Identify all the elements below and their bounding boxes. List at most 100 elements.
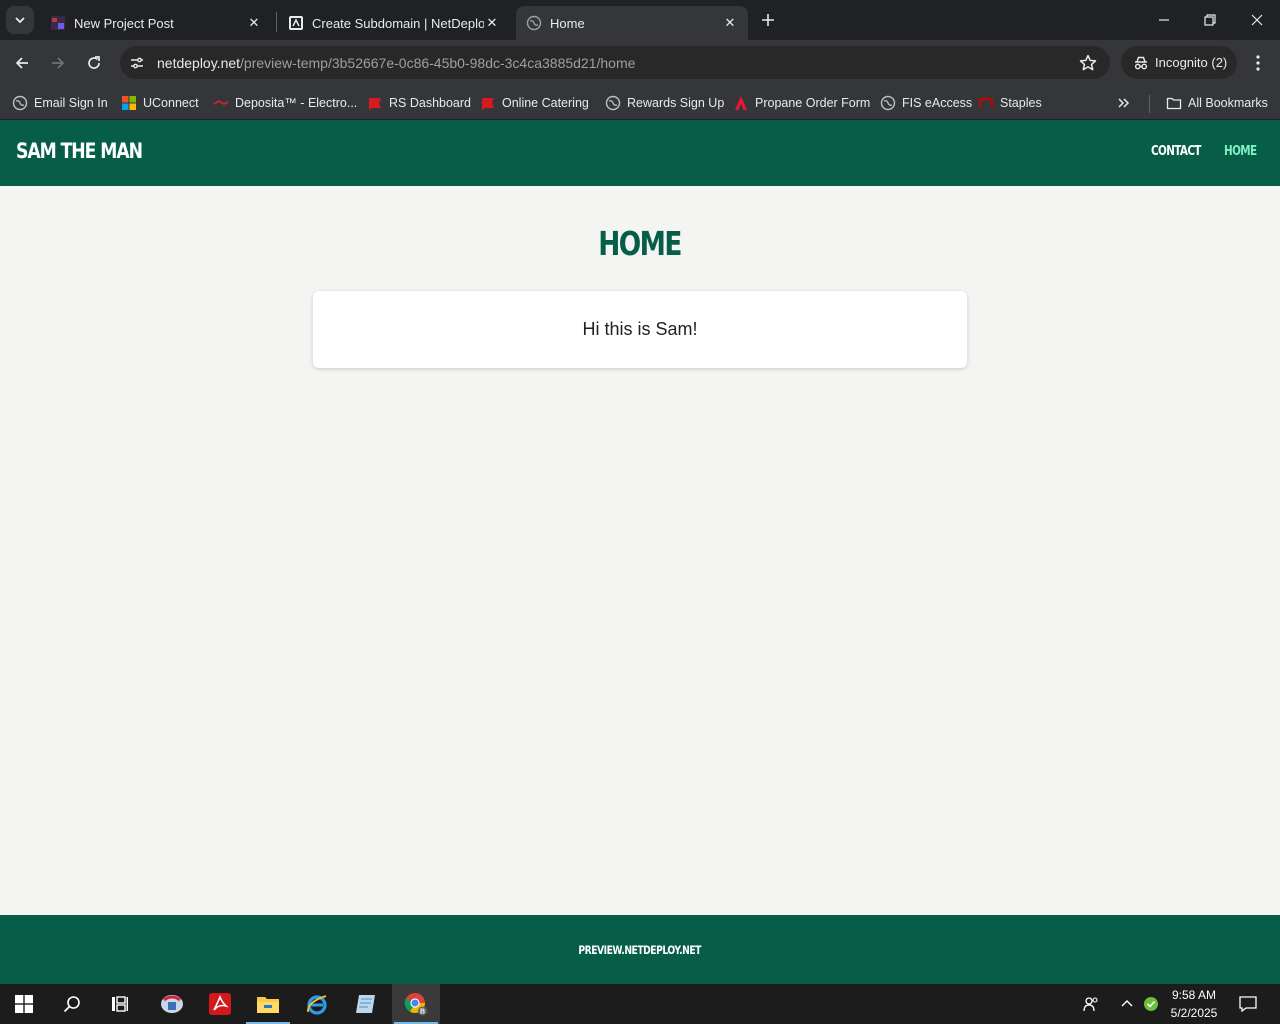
show-hidden-icons-button[interactable] xyxy=(1116,984,1138,1024)
taskbar-app-internet-explorer[interactable] xyxy=(293,984,341,1024)
kebab-menu-icon xyxy=(1256,55,1260,71)
tab-title: New Project Post xyxy=(74,15,174,31)
site-info-button[interactable] xyxy=(125,51,149,75)
bookmark-rewards-sign-up[interactable]: Rewards Sign Up xyxy=(605,91,724,115)
taskbar-app-acrobat[interactable] xyxy=(196,984,244,1024)
taskbar-search-button[interactable] xyxy=(48,984,96,1024)
taskbar-app-chrome[interactable]: B xyxy=(392,984,440,1024)
close-icon[interactable]: ✕ xyxy=(484,15,500,31)
bookmark-email-sign-in[interactable]: Email Sign In xyxy=(12,91,108,115)
card-text: Hi this is Sam! xyxy=(582,319,698,339)
bookmark-label: Propane Order Form xyxy=(755,96,871,110)
forward-button[interactable] xyxy=(44,49,72,77)
bookmark-label: Online Catering xyxy=(502,96,589,110)
bookmark-label: FIS eAccess xyxy=(902,96,973,110)
site-brand[interactable]: SAM THE MAN xyxy=(16,139,143,163)
bookmark-label: Email Sign In xyxy=(34,96,108,110)
tab-title: Create Subdomain | NetDeploy xyxy=(312,15,484,31)
restore-button[interactable] xyxy=(1187,0,1233,40)
footer-text: PREVIEW.NETDEPLOY.NET xyxy=(578,942,702,957)
windows-start-icon xyxy=(15,995,33,1013)
red-a-logo-icon xyxy=(735,96,747,110)
taskbar-app-notes[interactable] xyxy=(342,984,390,1024)
globe-icon xyxy=(880,95,896,111)
task-view-button[interactable] xyxy=(96,984,144,1024)
site-header: SAM THE MAN CONTACT HOME xyxy=(0,120,1280,186)
task-view-icon xyxy=(112,996,128,1012)
double-chevron-right-icon xyxy=(1118,98,1130,108)
back-button[interactable] xyxy=(8,49,36,77)
globe-icon xyxy=(526,15,542,31)
bookmark-label: RS Dashboard xyxy=(389,96,471,110)
bookmark-label: Deposita™ - Electro... xyxy=(235,96,358,110)
bookmark-staples[interactable]: Staples xyxy=(978,91,1042,115)
nav-contact-link[interactable]: CONTACT xyxy=(1151,144,1201,159)
security-check-icon xyxy=(1144,997,1158,1011)
clock-date: 5/2/2025 xyxy=(1170,1006,1218,1020)
incognito-button[interactable]: Incognito (2) xyxy=(1121,46,1237,79)
url-host: netdeploy.net xyxy=(157,54,241,71)
pdf-icon xyxy=(209,993,231,1015)
security-status-button[interactable] xyxy=(1140,984,1162,1024)
bookmark-uconnect[interactable]: UConnect xyxy=(121,91,199,115)
bookmarks-bar: Email Sign In UConnect Deposita™ - Elect… xyxy=(0,86,1280,120)
restore-icon xyxy=(1204,14,1216,26)
clock-time: 9:58 AM xyxy=(1171,988,1217,1002)
chrome-icon: B xyxy=(404,993,427,1016)
taskbar-clock[interactable]: 9:58 AM 5/2/2025 xyxy=(1160,986,1228,1022)
bookmark-deposita[interactable]: Deposita™ - Electro... xyxy=(213,91,357,115)
notes-app-icon xyxy=(356,995,375,1013)
address-bar[interactable]: netdeploy.net/preview-temp/3b52667e-0c86… xyxy=(120,46,1110,79)
minimize-button[interactable] xyxy=(1141,0,1187,40)
nav-home-link[interactable]: HOME xyxy=(1224,144,1257,159)
page-title: HOME xyxy=(0,224,1280,263)
folder-icon xyxy=(1166,97,1182,110)
reload-button[interactable] xyxy=(80,49,108,77)
bookmark-propane-order-form[interactable]: Propane Order Form xyxy=(733,91,870,115)
new-tab-button[interactable] xyxy=(756,8,780,32)
close-icon[interactable]: ✕ xyxy=(722,15,738,31)
close-icon xyxy=(1251,14,1263,26)
red-flag-icon xyxy=(482,98,494,110)
globe-icon xyxy=(605,95,621,111)
plus-icon xyxy=(762,14,774,26)
globe-icon xyxy=(12,95,28,111)
tab-new-project-post[interactable]: New Project Post ✕ xyxy=(40,6,272,40)
url-text[interactable]: netdeploy.net/preview-temp/3b52667e-0c86… xyxy=(157,55,635,71)
all-bookmarks-button[interactable]: All Bookmarks xyxy=(1166,91,1268,115)
web-page: SAM THE MAN CONTACT HOME HOME Hi this is… xyxy=(0,120,1280,984)
bookmark-label: UConnect xyxy=(143,96,199,110)
red-flag-icon xyxy=(369,98,381,110)
bookmark-rs-dashboard[interactable]: RS Dashboard xyxy=(367,91,471,115)
page-title-text: HOME xyxy=(598,224,683,263)
people-button[interactable] xyxy=(1078,984,1104,1024)
netdeploy-favicon-icon xyxy=(289,16,303,30)
tab-search-button[interactable] xyxy=(6,6,34,34)
more-bookmarks-button[interactable] xyxy=(1117,91,1131,115)
tab-home[interactable]: Home ✕ xyxy=(516,6,748,40)
tab-create-subdomain[interactable]: Create Subdomain | NetDeploy ✕ xyxy=(278,6,510,40)
deposita-logo-icon xyxy=(213,99,229,106)
project-favicon-icon xyxy=(51,16,65,30)
bookmark-star-icon[interactable] xyxy=(1078,53,1098,73)
bookmark-fis-eaccess[interactable]: FIS eAccess xyxy=(880,91,972,115)
chevron-up-icon xyxy=(1121,1000,1133,1007)
search-icon xyxy=(63,996,80,1013)
minimize-icon xyxy=(1159,19,1169,21)
notification-icon xyxy=(1239,996,1257,1012)
tune-icon xyxy=(131,57,143,68)
staples-logo-icon xyxy=(978,97,994,107)
taskbar-app-file-explorer[interactable] xyxy=(244,984,292,1024)
people-icon xyxy=(1083,997,1098,1012)
browser-toolbar: netdeploy.net/preview-temp/3b52667e-0c86… xyxy=(0,40,1280,86)
tab-strip: New Project Post ✕ Create Subdomain | Ne… xyxy=(0,0,1280,40)
taskbar-app-snipping[interactable] xyxy=(148,984,196,1024)
close-icon[interactable]: ✕ xyxy=(246,15,262,31)
close-window-button[interactable] xyxy=(1234,0,1280,40)
action-center-button[interactable] xyxy=(1234,984,1262,1024)
incognito-label: Incognito (2) xyxy=(1155,55,1228,70)
app-icon xyxy=(161,995,183,1013)
browser-menu-button[interactable] xyxy=(1246,49,1270,77)
bookmark-online-catering[interactable]: Online Catering xyxy=(480,91,589,115)
start-button[interactable] xyxy=(0,984,48,1024)
